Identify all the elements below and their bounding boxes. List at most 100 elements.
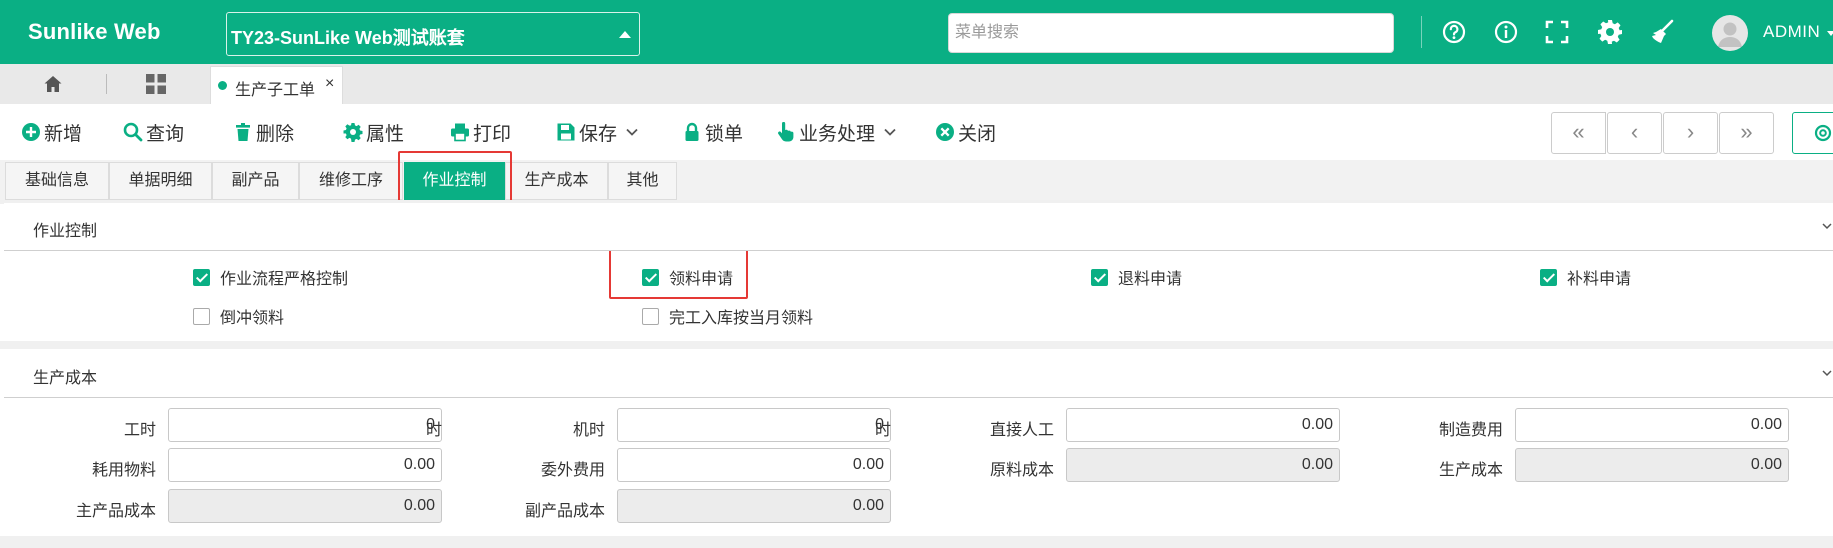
checkbox-return-request[interactable]: 退料申请 <box>1091 266 1182 288</box>
field-label-consumed-materials: 耗用物料 <box>91 462 156 479</box>
prev-record-button[interactable]: ‹ <box>1607 112 1662 154</box>
checkbox-checked-icon[interactable] <box>642 268 659 286</box>
business-process-button[interactable]: 业务处理 <box>776 118 900 146</box>
toolbar-settings-button[interactable] <box>1792 112 1833 154</box>
caret-up-icon <box>619 31 631 38</box>
production-cost-group-header[interactable]: 生产成本 <box>4 350 1833 398</box>
checkbox-supplement-request[interactable]: 补料申请 <box>1540 266 1631 288</box>
direct-labor-input[interactable] <box>1066 408 1340 442</box>
action-toolbar: 新增 查询 删除 属性 打印 保存 锁单 业务处理 关闭 « ‹ › » <box>0 104 1833 160</box>
properties-label: 属性 <box>366 123 405 145</box>
field-label-main-product-cost: 主产品成本 <box>75 503 156 520</box>
raw-material-cost-input <box>1066 448 1340 482</box>
save-label: 保存 <box>579 123 618 145</box>
fullscreen-icon[interactable] <box>1543 18 1571 46</box>
lock-order-button[interactable]: 锁单 <box>682 118 743 146</box>
print-button[interactable]: 打印 <box>450 118 511 146</box>
chevron-down-icon <box>1822 370 1832 377</box>
grid-icon <box>146 74 166 94</box>
last-record-button[interactable]: » <box>1719 112 1774 154</box>
work-control-group-title: 作业控制 <box>33 223 98 240</box>
plus-circle-icon <box>22 123 40 141</box>
checkbox-label: 完工入库按当月领料 <box>669 310 814 327</box>
info-icon[interactable] <box>1492 18 1520 46</box>
field-label-by-product-cost: 副产品成本 <box>524 503 605 520</box>
checkbox-material-request[interactable]: 领料申请 <box>642 266 733 288</box>
checkbox-label: 倒冲领料 <box>220 310 285 327</box>
save-button[interactable]: 保存 <box>556 118 642 146</box>
lock-order-label: 锁单 <box>705 123 744 145</box>
menu-search-input[interactable] <box>948 13 1394 53</box>
tab-production-cost[interactable]: 生产成本 <box>505 162 608 200</box>
close-label: 关闭 <box>958 123 997 145</box>
checkbox-unchecked-icon[interactable] <box>642 307 659 325</box>
broom-icon[interactable] <box>1648 18 1676 46</box>
new-label: 新增 <box>44 123 83 145</box>
query-button[interactable]: 查询 <box>123 118 184 146</box>
tab-document-details[interactable]: 单据明细 <box>109 162 212 200</box>
user-name[interactable]: ADMIN <box>1763 22 1820 42</box>
section-spacer <box>0 341 1833 349</box>
consumed-materials-input[interactable] <box>168 448 442 482</box>
checkbox-monthly-issue[interactable]: 完工入库按当月领料 <box>642 305 813 327</box>
gear-icon[interactable] <box>1596 18 1624 46</box>
machine-hours-input[interactable] <box>617 408 891 442</box>
close-button[interactable]: 关闭 <box>935 118 996 146</box>
home-tab-button[interactable] <box>0 64 100 104</box>
labor-hours-unit: 时 <box>426 422 443 439</box>
work-control-group-header[interactable]: 作业控制 <box>4 203 1833 251</box>
avatar[interactable] <box>1712 15 1748 51</box>
checkbox-checked-icon[interactable] <box>1091 268 1108 286</box>
close-circle-icon <box>936 123 954 141</box>
checkbox-label: 退料申请 <box>1118 271 1183 288</box>
checkbox-strict-flow-control[interactable]: 作业流程严格控制 <box>193 266 348 288</box>
hand-pointer-icon <box>778 122 794 142</box>
checkbox-backflush[interactable]: 倒冲领料 <box>193 305 284 327</box>
printer-icon <box>451 123 469 142</box>
tab-label: 生产子工单 <box>235 82 316 99</box>
field-label-labor-hours: 工时 <box>123 422 156 439</box>
field-label-manufacturing-expense: 制造费用 <box>1438 422 1503 439</box>
help-icon[interactable] <box>1440 18 1468 46</box>
field-label-raw-material-cost: 原料成本 <box>989 462 1054 479</box>
field-label-outsourcing-expense: 委外费用 <box>540 462 605 479</box>
outsourcing-expense-input[interactable] <box>617 448 891 482</box>
company-select[interactable]: TY23-SunLike Web测试账套 <box>226 12 640 56</box>
chevron-down-icon <box>1822 223 1832 230</box>
search-icon <box>123 122 143 142</box>
manufacturing-expense-input[interactable] <box>1515 408 1789 442</box>
by-product-cost-input <box>617 489 891 523</box>
field-label-machine-hours: 机时 <box>572 422 605 439</box>
delete-button[interactable]: 删除 <box>233 118 294 146</box>
labor-hours-input[interactable] <box>168 408 442 442</box>
chevron-down-icon <box>884 128 896 136</box>
trash-icon <box>236 123 250 141</box>
page-tab-strip: 生产子工单 × <box>0 64 1833 104</box>
new-button[interactable]: 新增 <box>21 118 82 146</box>
header-divider <box>1421 16 1422 48</box>
tab-production-sub-order[interactable]: 生产子工单 × <box>210 66 343 104</box>
close-icon[interactable]: × <box>325 75 334 93</box>
properties-button[interactable]: 属性 <box>343 118 404 146</box>
section-tabs: 基础信息 单据明细 副产品 维修工序 作业控制 生产成本 其他 <box>0 160 1833 200</box>
first-record-button[interactable]: « <box>1551 112 1606 154</box>
checkbox-checked-icon[interactable] <box>1540 268 1557 286</box>
tab-by-products[interactable]: 副产品 <box>212 162 299 200</box>
tab-repair-process[interactable]: 维修工序 <box>299 162 403 200</box>
machine-hours-unit: 时 <box>875 422 892 439</box>
apps-tab-button[interactable] <box>110 64 210 104</box>
gear-icon <box>1814 124 1832 142</box>
tab-other[interactable]: 其他 <box>608 162 677 200</box>
chevron-down-icon <box>626 128 638 136</box>
chevron-down-icon[interactable] <box>1827 31 1833 36</box>
query-label: 查询 <box>146 123 185 145</box>
next-record-button[interactable]: › <box>1663 112 1718 154</box>
checkbox-label: 补料申请 <box>1567 271 1632 288</box>
section-spacer <box>0 536 1833 548</box>
tab-basic-info[interactable]: 基础信息 <box>5 162 109 200</box>
checkbox-unchecked-icon[interactable] <box>193 307 210 325</box>
strip-divider <box>106 74 107 94</box>
checkbox-checked-icon[interactable] <box>193 268 210 286</box>
company-select-value: TY23-SunLike Web测试账套 <box>231 28 465 48</box>
checkbox-label: 作业流程严格控制 <box>220 271 349 288</box>
